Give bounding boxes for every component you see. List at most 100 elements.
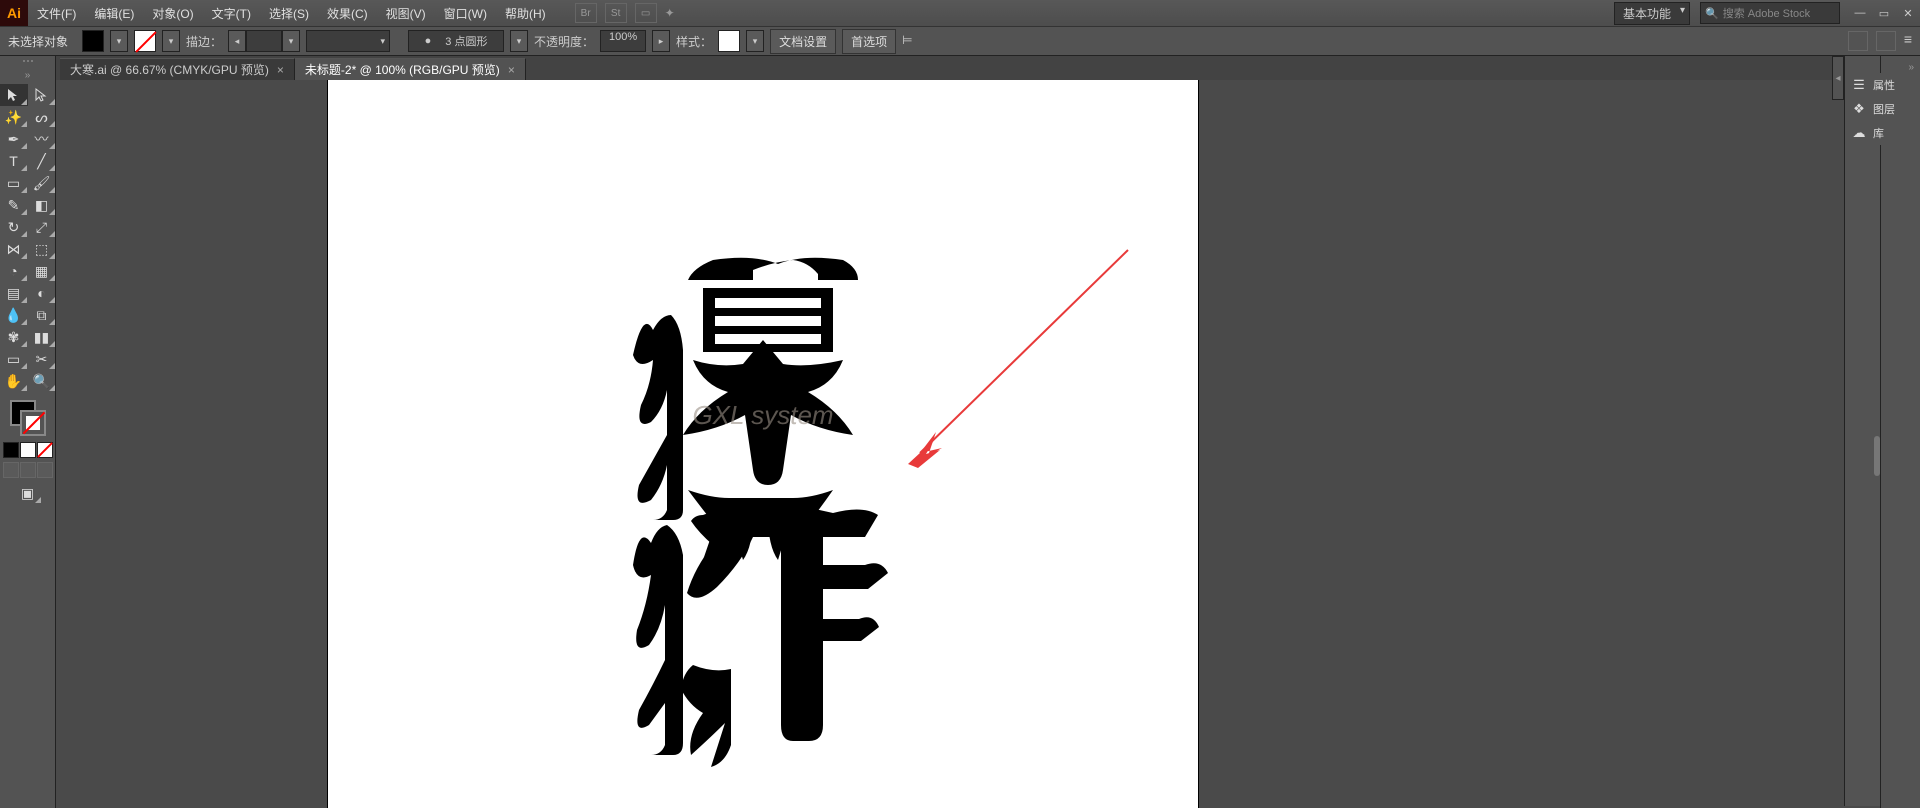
paintbrush-tool[interactable]: 🖌 [28, 172, 56, 194]
gpu-icon: ✦ [665, 6, 675, 20]
tools-gripper[interactable] [13, 60, 43, 68]
menu-help[interactable]: 帮助(H) [496, 0, 555, 26]
draw-behind[interactable] [20, 462, 36, 478]
mesh-tool[interactable]: ▤ [0, 282, 28, 304]
tools-collapse[interactable]: » [25, 70, 31, 84]
width-tool[interactable]: ⋈ [0, 238, 28, 260]
symbol-sprayer-tool[interactable]: ✾ [0, 326, 28, 348]
stroke-decrement[interactable]: ◂ [228, 30, 246, 52]
control-bar: 未选择对象 ▾ ▾ 描边： ◂ ▾ ● 3 点圆形 ▾ 不透明度： 100% ▸… [0, 26, 1920, 56]
arrange-icon[interactable]: ▭ [635, 3, 657, 23]
align-icon[interactable]: ⊨ [902, 33, 918, 49]
panel-layers[interactable]: ❖ 图层 [1845, 97, 1917, 121]
fill-stroke-control[interactable] [8, 398, 48, 438]
stroke-dropdown[interactable]: ▾ [162, 30, 180, 52]
eraser-tool[interactable]: ◧ [28, 194, 56, 216]
fill-swatch[interactable] [82, 30, 104, 52]
search-placeholder: 搜索 Adobe Stock [1723, 5, 1810, 21]
tab-close-icon[interactable]: × [508, 63, 515, 77]
zoom-tool[interactable]: 🔍 [28, 370, 56, 392]
line-tool[interactable]: ╱ [28, 150, 56, 172]
magic-wand-tool[interactable]: ✨ [0, 106, 28, 128]
opacity-input[interactable]: 100% [600, 30, 646, 52]
menu-type[interactable]: 文字(T) [203, 0, 260, 26]
stroke-color[interactable] [20, 410, 46, 436]
tab-label: 未标题-2* @ 100% (RGB/GPU 预览) [305, 61, 500, 78]
artboard-tool[interactable]: ▭ [0, 348, 28, 370]
lasso-tool[interactable]: ᔕ [28, 106, 56, 128]
panel-libraries[interactable]: ☁ 库 [1845, 121, 1917, 145]
workspace-switcher[interactable]: 基本功能 [1614, 2, 1690, 25]
layers-icon: ❖ [1851, 101, 1867, 117]
bridge-icon[interactable]: Br [575, 3, 597, 23]
hand-tool[interactable]: ✋ [0, 370, 28, 392]
stroke-weight-input[interactable] [246, 30, 282, 52]
preferences-button[interactable]: 首选项 [842, 29, 896, 54]
selection-tool[interactable] [0, 84, 28, 106]
menu-edit[interactable]: 编辑(E) [85, 0, 143, 26]
annotation-arrow-icon [908, 250, 1128, 468]
screen-mode[interactable]: ▣ [14, 482, 42, 504]
menu-window[interactable]: 窗口(W) [435, 0, 496, 26]
document-tab-1[interactable]: 大寒.ai @ 66.67% (CMYK/GPU 预览) × [60, 58, 295, 80]
cb-end-icon-2[interactable] [1876, 31, 1896, 51]
opacity-label: 不透明度： [534, 33, 594, 50]
rotate-tool[interactable]: ↻ [0, 216, 28, 238]
slice-tool[interactable]: ✂ [28, 348, 56, 370]
draw-normal[interactable] [3, 462, 19, 478]
rectangle-tool[interactable]: ▭ [0, 172, 28, 194]
properties-icon: ☰ [1851, 77, 1867, 93]
fill-dropdown[interactable]: ▾ [110, 30, 128, 52]
search-stock-field[interactable]: 🔍 搜索 Adobe Stock [1700, 2, 1840, 24]
tab-label: 大寒.ai @ 66.67% (CMYK/GPU 预览) [70, 61, 269, 78]
style-swatch[interactable] [718, 30, 740, 52]
brush-profile-dd-btn[interactable]: ▾ [510, 30, 528, 52]
stroke-swatch[interactable] [134, 30, 156, 52]
shape-builder-tool[interactable]: ◔ [0, 260, 28, 282]
menu-view[interactable]: 视图(V) [377, 0, 435, 26]
opacity-dropdown[interactable]: ▸ [652, 30, 670, 52]
stroke-increment[interactable]: ▾ [282, 30, 300, 52]
free-transform-tool[interactable]: ⬚ [28, 238, 56, 260]
shaper-tool[interactable]: ✎ [0, 194, 28, 216]
window-close-button[interactable]: ✕ [1896, 4, 1920, 22]
document-tab-bar: 大寒.ai @ 66.67% (CMYK/GPU 预览) × 未标题-2* @ … [0, 56, 1920, 80]
color-mode-none[interactable] [37, 442, 53, 458]
direct-selection-tool[interactable] [28, 84, 56, 106]
type-tool[interactable]: T [0, 150, 28, 172]
eyedropper-tool[interactable]: 💧 [0, 304, 28, 326]
color-mode-gradient[interactable] [20, 442, 36, 458]
brush-profile-dropdown[interactable]: ● 3 点圆形 [408, 30, 504, 52]
draw-inside[interactable] [37, 462, 53, 478]
cb-end-icon-1[interactable] [1848, 31, 1868, 51]
window-restore-button[interactable]: ▭ [1872, 4, 1896, 22]
window-minimize-button[interactable]: — [1848, 4, 1872, 22]
panel-properties[interactable]: ☰ 属性 [1845, 73, 1917, 97]
right-collapse-icon[interactable]: » [1881, 62, 1920, 73]
menu-effect[interactable]: 效果(C) [318, 0, 377, 26]
tab-close-icon[interactable]: × [277, 63, 284, 77]
curvature-tool[interactable]: 〰 [28, 128, 56, 150]
doc-setup-button[interactable]: 文档设置 [770, 29, 836, 54]
menu-file[interactable]: 文件(F) [28, 0, 85, 26]
panel-expand-tab[interactable]: ◂ [1832, 56, 1844, 100]
graph-tool[interactable]: ▮▮ [28, 326, 56, 348]
gradient-tool[interactable]: ◐ [28, 282, 56, 304]
canvas-area[interactable]: GXL system [56, 80, 1844, 808]
perspective-tool[interactable]: ▦ [28, 260, 56, 282]
stock-icon[interactable]: St [605, 3, 627, 23]
pen-tool[interactable]: ✒ [0, 128, 28, 150]
blend-tool[interactable]: ⧉ [28, 304, 56, 326]
document-tab-2[interactable]: 未标题-2* @ 100% (RGB/GPU 预览) × [295, 58, 526, 80]
style-dropdown[interactable]: ▾ [746, 30, 764, 52]
search-icon: 🔍 [1705, 7, 1719, 20]
menu-object[interactable]: 对象(O) [143, 0, 202, 26]
color-mode-solid[interactable] [3, 442, 19, 458]
right-dock-strip[interactable] [1844, 56, 1880, 806]
menu-select[interactable]: 选择(S) [260, 0, 318, 26]
artboard[interactable]: GXL system [328, 80, 1198, 808]
panel-menu-icon[interactable]: ≡ [1904, 31, 1912, 51]
scale-tool[interactable]: ⤢ [28, 216, 56, 238]
watermark: GXL system [692, 400, 833, 430]
variable-width-dropdown[interactable] [306, 30, 390, 52]
